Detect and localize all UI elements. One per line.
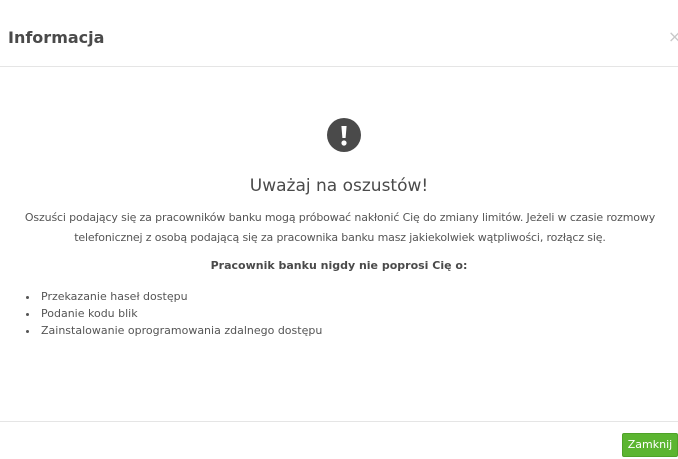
warning-subtitle: Pracownik banku nigdy nie poprosi Cię o:	[210, 259, 468, 272]
exclamation-circle-icon	[327, 118, 361, 152]
list-item: Zainstalowanie oprogramowania zdalnego d…	[39, 322, 322, 339]
close-button[interactable]: Zamknij	[622, 433, 678, 457]
warning-title: Uważaj na oszustów!	[249, 176, 429, 196]
list-item: Podanie kodu blik	[39, 305, 322, 322]
modal-header: Informacja ×	[0, 0, 678, 67]
warning-text: Oszuści podający się za pracowników bank…	[24, 211, 656, 244]
modal-title: Informacja	[8, 28, 105, 47]
list-item: Przekazanie haseł dostępu	[39, 288, 322, 305]
close-icon[interactable]: ×	[668, 28, 678, 46]
information-modal: Informacja × Uważaj na oszustów! Oszuści…	[0, 0, 678, 459]
modal-footer	[0, 421, 678, 459]
warning-list: Przekazanie haseł dostępu Podanie kodu b…	[18, 288, 322, 339]
